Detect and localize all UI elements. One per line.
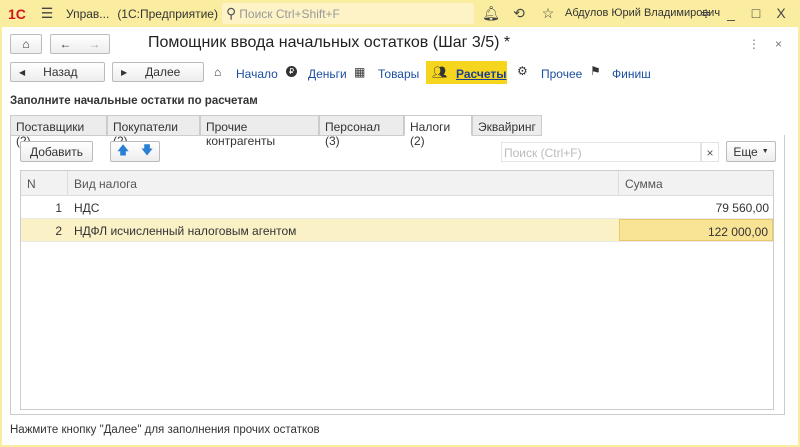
search-icon: ⚲ — [226, 5, 237, 21]
section-heading: Заполните начальные остатки по расчетам — [10, 95, 258, 107]
tax-sum: 79 560,00 — [715, 201, 769, 215]
tab-customers[interactable]: Покупатели (2) — [107, 115, 200, 148]
step-other[interactable]: Прочее — [541, 67, 582, 81]
forward-arrow-icon[interactable]: → — [89, 37, 101, 51]
history-icon[interactable]: ⟲ — [508, 5, 530, 22]
triangle-left-icon: ◀ — [19, 67, 26, 77]
column-header-sum[interactable]: Сумма — [619, 171, 773, 196]
form-title: Помощник ввода начальных остатков (Шаг 3… — [148, 34, 511, 51]
tab-taxes[interactable]: Налоги (2) — [404, 115, 472, 148]
app-title: Управ... — [66, 6, 110, 21]
nav-arrows: ← → — [50, 34, 110, 54]
step-settlements[interactable]: Расчеты — [456, 67, 507, 81]
step-finish[interactable]: Финиш — [612, 67, 651, 81]
1c-logo: 1С — [8, 5, 26, 22]
move-buttons: 🡅 🡇 — [110, 141, 160, 162]
menu-icon[interactable]: ☰ — [36, 5, 58, 22]
home-icon: ⌂ — [22, 37, 30, 51]
table-row-selected[interactable]: 2 НДФЛ исчисленный налоговым агентом 122… — [21, 219, 773, 242]
next-label: Далее — [145, 65, 181, 79]
more-actions-icon[interactable]: ⋮ — [748, 37, 760, 51]
step-start[interactable]: Начало — [236, 67, 278, 81]
title-bar: 1С ☰ Управ... (1С:Предприятие) ⚲ Поиск Ct… — [0, 0, 800, 27]
search-placeholder: Поиск Ctrl+Shift+F — [239, 6, 340, 21]
tab-suppliers[interactable]: Поставщики (2) — [10, 115, 107, 148]
back-label: Назад — [43, 65, 78, 79]
move-down-icon[interactable]: 🡇 — [141, 141, 153, 162]
bell-icon[interactable]: 🔔︎ — [480, 5, 502, 22]
star-icon[interactable]: ☆ — [537, 5, 559, 22]
close-icon[interactable]: X — [770, 5, 792, 21]
flag-icon: ⚑ — [590, 64, 601, 78]
column-header-tax[interactable]: Вид налога — [68, 171, 619, 196]
people-icon: 👥︎ — [432, 65, 448, 79]
home-icon: ⌂ — [214, 65, 222, 79]
tax-sum-selected[interactable]: 122 000,00 — [619, 219, 773, 241]
more-button[interactable]: Еще ▼ — [726, 141, 776, 162]
next-button[interactable]: ▶ Далее — [112, 62, 204, 82]
table-search-input[interactable]: Поиск (Ctrl+F) — [501, 142, 701, 162]
back-button[interactable]: ◀ Назад — [10, 62, 105, 82]
maximize-icon[interactable]: □ — [745, 5, 767, 21]
global-search-input[interactable]: ⚲ Поиск Ctrl+Shift+F — [222, 3, 474, 24]
platform-label: (1С:Предприятие) — [117, 6, 218, 21]
minimize-icon[interactable]: _ — [720, 5, 742, 21]
tax-type: НДФЛ исчисленный налоговым агентом — [74, 224, 297, 238]
row-number: 1 — [55, 201, 62, 215]
tab-staff[interactable]: Персонал (3) — [319, 115, 404, 148]
clear-search-button[interactable]: × — [701, 142, 719, 162]
tab-acquiring[interactable]: Эквайринг — [472, 115, 542, 136]
taxes-table: N Вид налога Сумма 1 НДС 79 560,00 2 НДФ… — [20, 170, 774, 410]
more-label: Еще — [733, 144, 758, 159]
move-up-icon[interactable]: 🡅 — [117, 141, 129, 162]
settings-dropdown-icon[interactable]: ≑ — [695, 5, 717, 22]
chevron-down-icon: ▼ — [761, 148, 769, 155]
add-button[interactable]: Добавить — [20, 141, 93, 162]
back-arrow-icon[interactable]: ← — [60, 37, 72, 51]
ruble-icon: ₽ — [286, 66, 297, 77]
triangle-right-icon: ▶ — [121, 67, 128, 77]
table-row[interactable]: 1 НДС 79 560,00 — [21, 196, 773, 219]
column-header-n[interactable]: N — [21, 171, 68, 196]
form-close-icon[interactable]: × — [775, 37, 782, 51]
row-number: 2 — [55, 224, 62, 238]
home-button[interactable]: ⌂ — [10, 34, 42, 54]
tax-type: НДС — [74, 201, 100, 215]
tab-other-counterparties[interactable]: Прочие контрагенты — [200, 115, 319, 148]
step-goods[interactable]: Товары — [378, 67, 419, 81]
footer-hint: Нажмите кнопку "Далее" для заполнения пр… — [10, 424, 320, 436]
gear-icon: ⚙ — [517, 64, 528, 78]
goods-icon: ▦ — [354, 65, 366, 79]
step-money[interactable]: Деньги — [308, 67, 347, 81]
